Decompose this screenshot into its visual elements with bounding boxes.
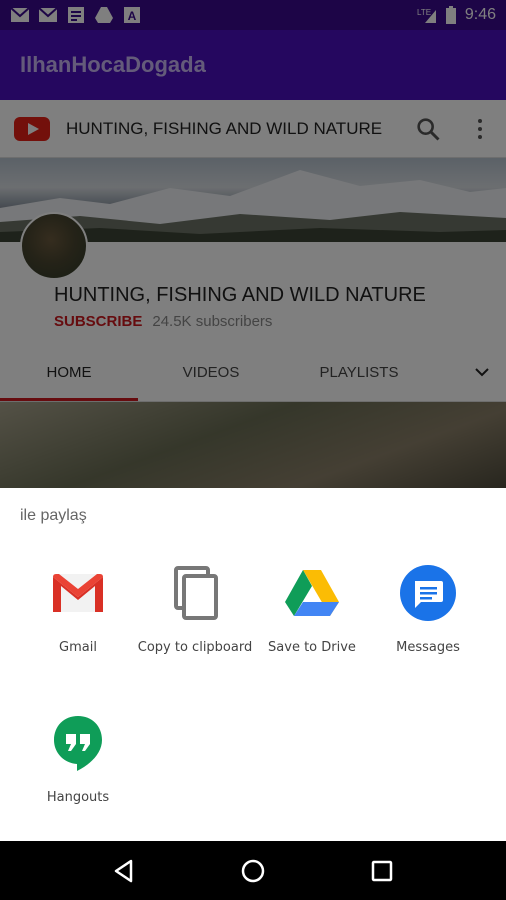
- share-app-hangouts[interactable]: Hangouts: [20, 714, 136, 805]
- scrim-top[interactable]: [0, 0, 506, 100]
- recents-icon[interactable]: [369, 858, 395, 884]
- home-icon[interactable]: [240, 858, 266, 884]
- share-app-label: Save to Drive: [268, 640, 356, 655]
- back-icon[interactable]: [111, 858, 137, 884]
- share-app-drive[interactable]: Save to Drive: [254, 564, 370, 655]
- messages-icon: [400, 565, 456, 621]
- share-app-label: Gmail: [59, 640, 97, 655]
- hangouts-icon: [54, 716, 102, 771]
- share-app-messages[interactable]: Messages: [370, 564, 486, 655]
- share-app-label: Messages: [396, 640, 460, 655]
- share-app-clipboard[interactable]: Copy to clipboard: [137, 564, 253, 655]
- share-sheet: ile paylaş Gmail Copy to clipboard Save …: [0, 488, 506, 841]
- share-app-gmail[interactable]: Gmail: [20, 564, 136, 655]
- drive-icon: [285, 570, 339, 616]
- share-app-label: Copy to clipboard: [137, 640, 253, 655]
- share-app-label: Hangouts: [46, 790, 110, 805]
- clipboard-icon: [174, 566, 218, 620]
- gmail-icon: [53, 574, 103, 612]
- navigation-bar: [0, 841, 506, 900]
- scrim[interactable]: [0, 100, 506, 488]
- share-sheet-title: ile paylaş: [20, 507, 87, 524]
